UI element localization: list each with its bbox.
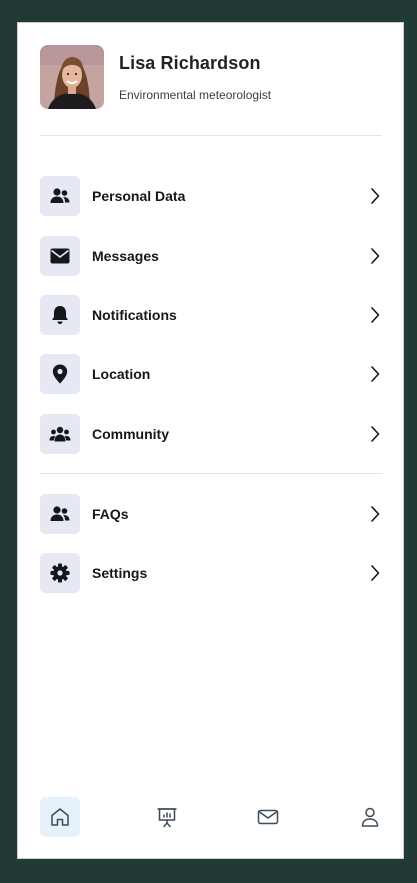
- divider: [40, 473, 382, 474]
- menu-item-community[interactable]: Community: [40, 414, 382, 454]
- bottom-nav: [40, 797, 382, 837]
- menu-label: Messages: [92, 248, 159, 264]
- group-icon: [40, 414, 80, 454]
- menu-label: Location: [92, 366, 151, 382]
- home-icon: [51, 808, 69, 826]
- profile-role: Environmental meteorologist: [119, 87, 272, 102]
- envelope-outline-icon: [257, 809, 279, 825]
- map-pin-icon: [40, 354, 80, 394]
- chevron-right-icon: [368, 306, 382, 324]
- nav-messages-button[interactable]: [248, 797, 288, 837]
- avatar[interactable]: [40, 45, 104, 109]
- menu-item-settings[interactable]: Settings: [40, 553, 382, 593]
- menu-label: Notifications: [92, 307, 177, 323]
- user-icon: [361, 807, 379, 827]
- profile-menu-screen: Lisa Richardson Environmental meteorolog…: [17, 22, 404, 859]
- profile-name: Lisa Richardson: [119, 52, 261, 73]
- nav-home-button[interactable]: [40, 797, 80, 837]
- chevron-right-icon: [368, 247, 382, 265]
- divider: [40, 135, 382, 136]
- menu-label: Community: [92, 426, 169, 442]
- nav-presentation-button[interactable]: [147, 797, 187, 837]
- menu-item-personal-data[interactable]: Personal Data: [40, 176, 382, 216]
- menu-label: Settings: [92, 565, 148, 581]
- chevron-right-icon: [368, 187, 382, 205]
- menu-item-messages[interactable]: Messages: [40, 236, 382, 276]
- menu-label: Personal Data: [92, 188, 186, 204]
- profile-header: Lisa Richardson Environmental meteorolog…: [40, 45, 271, 109]
- envelope-icon: [40, 236, 80, 276]
- gear-icon: [40, 553, 80, 593]
- chevron-right-icon: [368, 505, 382, 523]
- nav-profile-button[interactable]: [350, 797, 390, 837]
- users-icon: [40, 176, 80, 216]
- users-icon: [40, 494, 80, 534]
- avatar-photo: [40, 45, 104, 109]
- menu-item-location[interactable]: Location: [40, 354, 382, 394]
- chevron-right-icon: [368, 365, 382, 383]
- chevron-right-icon: [368, 425, 382, 443]
- presentation-chart-icon: [157, 808, 177, 828]
- chevron-right-icon: [368, 564, 382, 582]
- bell-icon: [40, 295, 80, 335]
- menu-item-notifications[interactable]: Notifications: [40, 295, 382, 335]
- menu-label: FAQs: [92, 506, 129, 522]
- menu-item-faqs[interactable]: FAQs: [40, 494, 382, 534]
